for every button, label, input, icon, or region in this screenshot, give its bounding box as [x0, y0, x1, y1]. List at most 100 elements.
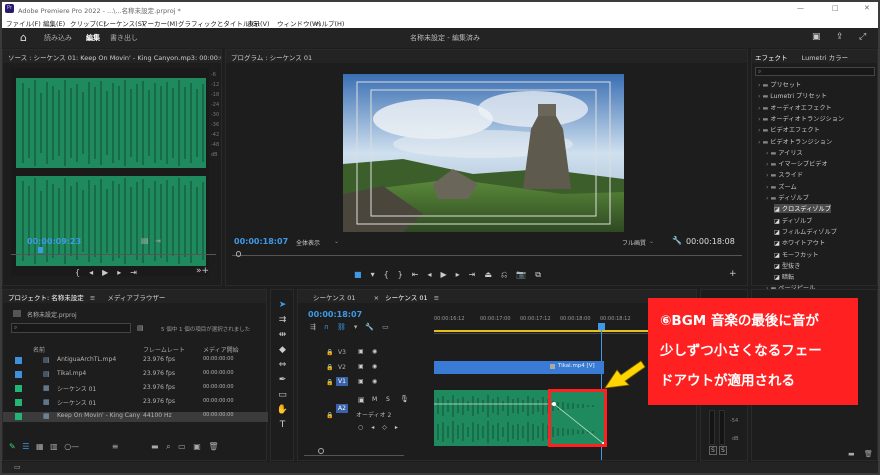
project-item-row[interactable]: ▦ シーケンス 01 23.976 fps 00:00:00:00 — [3, 398, 268, 408]
wrench-icon[interactable]: 🔧 — [672, 236, 682, 245]
home-icon[interactable]: ⌂ — [20, 31, 27, 44]
sync-icon[interactable]: ▣ — [358, 396, 365, 404]
timeline-tab-2[interactable]: シーケンス 01 — [385, 294, 428, 302]
video-clip[interactable]: Tikal.mp4 [V] — [434, 361, 604, 374]
linked-icon[interactable]: ⛓ — [337, 323, 354, 331]
label-color-swatch[interactable] — [15, 385, 22, 392]
captions-icon[interactable]: ▭ — [382, 323, 397, 331]
play-icon[interactable]: ▶ — [102, 268, 117, 277]
bin-icon[interactable]: ▤ — [137, 324, 144, 332]
find-icon[interactable]: ⌕ — [166, 442, 170, 451]
quality-select[interactable]: フル画質 — [622, 238, 646, 247]
menu-file[interactable]: ファイル(F) — [6, 18, 41, 28]
freeform-view-icon[interactable]: ▥ — [50, 442, 58, 451]
selection-tool-icon[interactable]: ➤ — [275, 298, 290, 313]
effects-tree-item[interactable]: › ▬ スライド — [766, 170, 803, 179]
menu-help[interactable]: ヘルプ(H) — [315, 18, 344, 28]
effects-tree-item[interactable]: › ▬ プリセット — [758, 80, 801, 89]
program-playhead-icon[interactable] — [236, 251, 241, 257]
source-timecode[interactable]: 00:00:09:23 — [27, 237, 81, 246]
add-marker-icon[interactable]: ▾ — [354, 323, 366, 331]
sync-icon[interactable]: ▣ — [358, 348, 364, 355]
zoom-chevron-icon[interactable]: ⌄ — [334, 238, 339, 245]
effects-tree-item[interactable]: ◪ クロスディゾルブ — [774, 204, 831, 214]
effects-tree-item[interactable]: › ▬ アイリス — [766, 148, 803, 157]
playhead-handle-icon[interactable] — [598, 323, 605, 330]
settings-icon[interactable]: 🔧 — [365, 323, 382, 331]
go-in-icon[interactable]: ⇤ — [412, 270, 428, 279]
effects-tree-item[interactable]: › ▬ ディゾルブ — [766, 193, 809, 202]
trash-icon[interactable]: 🗑 — [208, 442, 218, 451]
minimize-button[interactable]: — — [797, 4, 804, 12]
solo-right-button[interactable]: S — [719, 446, 727, 455]
program-timecode[interactable]: 00:00:18:07 — [234, 237, 288, 246]
nest-icon[interactable]: ⇶ — [310, 323, 324, 331]
effects-tree-item[interactable]: ◪ ディゾルブ — [774, 216, 812, 225]
project-item-row[interactable]: ▤ Tikal.mp4 23.976 fps 00:00:00:00 — [3, 370, 268, 380]
source-insert-icon[interactable]: ⇥ — [155, 237, 161, 245]
project-item-row[interactable]: ▦ Keep On Movin' - King Cany 44100 Hz 00:00… — [3, 412, 268, 422]
timeline-scroll-handle[interactable] — [318, 448, 324, 454]
out-point-icon[interactable]: } — [398, 270, 412, 279]
tab-lumetri[interactable]: Lumetri カラー — [802, 54, 849, 62]
step-forward-icon[interactable]: ▸ — [456, 270, 469, 279]
go-out-icon[interactable]: ⇥ — [469, 270, 485, 279]
program-add-icon[interactable]: + — [729, 269, 737, 279]
effects-tree-item[interactable]: ◪ 型抜き — [774, 261, 800, 270]
menu-view[interactable]: 表示(V) — [247, 18, 270, 28]
new-item-icon[interactable]: ▣ — [193, 442, 201, 451]
share-icon[interactable]: ⇪ — [836, 32, 844, 42]
mark-out-icon[interactable]: ⇥ — [130, 268, 146, 277]
zoom-select[interactable]: 全体表示 — [296, 238, 320, 247]
camera-icon[interactable]: 📷 — [516, 270, 535, 279]
program-timebar[interactable] — [232, 255, 742, 256]
zoom-slider[interactable]: ○— — [64, 442, 79, 451]
step-back-icon[interactable]: ◂ — [89, 268, 102, 277]
menu-edit[interactable]: 編集(E) — [43, 18, 65, 28]
eye-icon[interactable]: ◉ — [372, 348, 377, 355]
effects-tree-item[interactable]: ◪ フィルムディゾルブ — [774, 227, 837, 236]
maximize-button[interactable]: □ — [832, 4, 839, 12]
project-item-row[interactable]: ▤ AntiguaArchTL.mp4 23.976 fps 00:00:00:00 — [3, 356, 268, 366]
sort-icon[interactable]: ≡ — [112, 442, 119, 451]
effects-search-input[interactable]: ⌕ — [755, 67, 875, 76]
label-color-swatch[interactable] — [15, 357, 22, 364]
ripple-edit-icon[interactable]: ⇹ — [275, 328, 290, 343]
play-icon[interactable]: ▶ — [440, 270, 455, 279]
mic-icon[interactable]: 🎙 — [400, 395, 409, 403]
trash-icon[interactable]: 🗑 — [864, 450, 873, 458]
close-button[interactable]: ✕ — [864, 4, 870, 12]
lock-icon[interactable]: 🔒 — [326, 364, 333, 371]
solo-left-button[interactable]: S — [709, 446, 717, 455]
column-framerate[interactable]: フレームレート — [143, 345, 185, 354]
quality-chevron-icon[interactable]: ⌄ — [649, 238, 654, 245]
effects-tree-item[interactable]: ◪ ホワイトアウト — [774, 238, 825, 247]
lock-icon[interactable]: 🔒 — [326, 349, 333, 356]
menu-clip[interactable]: クリップ(C) — [70, 18, 106, 28]
safe-margin-icon[interactable]: ■ — [354, 270, 371, 279]
folder-icon[interactable]: ▬ — [848, 450, 855, 458]
effects-tree-item[interactable]: › ▬ イマーシブビデオ — [766, 159, 828, 168]
lock-icon[interactable]: 🔒 — [326, 379, 333, 386]
menu-marker[interactable]: マーカー(M) — [141, 18, 178, 28]
eye-icon[interactable]: ◉ — [372, 378, 377, 385]
hand-icon[interactable]: ✋ — [275, 403, 290, 418]
pen-icon[interactable]: ✒ — [275, 373, 290, 388]
extract-icon[interactable]: ⎌ — [501, 270, 516, 279]
folder-icon[interactable]: ▭ — [178, 442, 186, 451]
quick-export-icon[interactable]: ▣ — [812, 32, 821, 42]
timeline-timecode[interactable]: 00:00:18:07 — [308, 310, 362, 319]
compare-icon[interactable]: ⧉ — [535, 270, 550, 279]
lift-icon[interactable]: ⏏ — [484, 270, 501, 279]
effects-tree-item[interactable]: › ▬ オーディオトランジション — [758, 114, 844, 123]
source-settings-icon[interactable]: ▤ — [141, 236, 149, 245]
column-name[interactable]: 名前 — [33, 345, 45, 354]
label-color-swatch[interactable] — [15, 399, 22, 406]
mark-in-icon[interactable]: { — [75, 268, 89, 277]
tab-import[interactable]: 読み込み — [44, 33, 72, 43]
menu-sequence[interactable]: シーケンス(S) — [103, 18, 144, 28]
effects-tree-item[interactable]: › ▬ ビデオエフェクト — [758, 125, 820, 134]
effects-tree-item[interactable]: › ▬ オーディオエフェクト — [758, 103, 832, 112]
timeline-tab-1[interactable]: シーケンス 01 — [313, 294, 356, 302]
effects-tree-item[interactable]: › ▬ ビデオトランジション — [758, 137, 832, 146]
